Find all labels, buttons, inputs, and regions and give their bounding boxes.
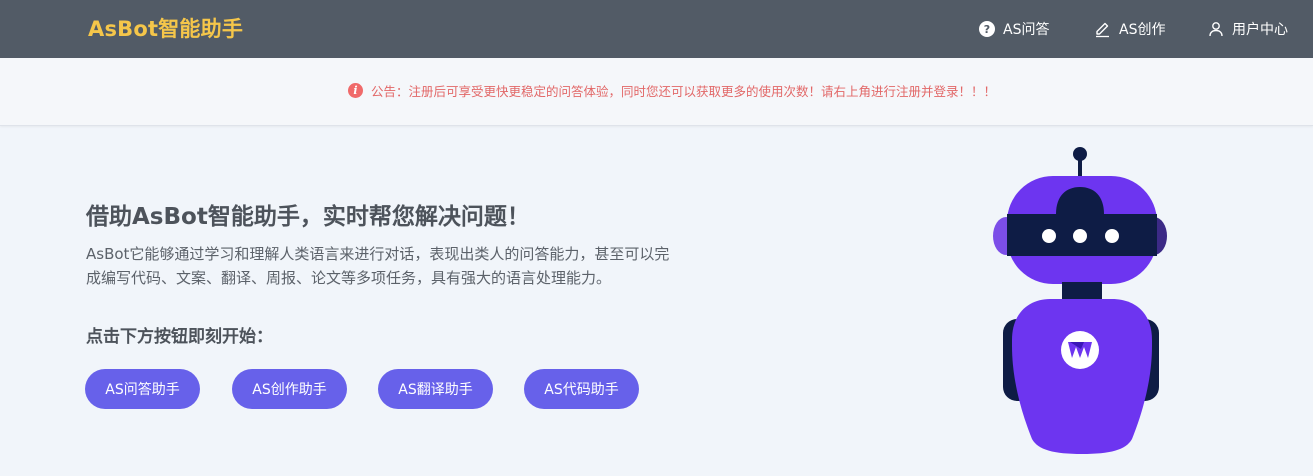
brand-logo[interactable]: AsBot智能助手 — [88, 13, 243, 43]
code-assistant-button[interactable]: AS代码助手 — [524, 369, 639, 409]
robot-illustration — [993, 147, 1167, 454]
nav-qa-label: AS问答 — [1003, 22, 1050, 38]
question-circle-icon: ? — [979, 21, 995, 37]
pencil-icon — [1096, 22, 1109, 37]
hero-title: 借助AsBot智能助手，实时帮您解决问题！ — [86, 204, 530, 230]
announcement-bar: i 公告：注册后可享受更快更稳定的问答体验，同时您还可以获取更多的使用次数！请右… — [0, 58, 1313, 126]
create-assistant-button[interactable]: AS创作助手 — [232, 369, 347, 409]
info-icon: i — [348, 82, 363, 98]
nav-user-center[interactable]: 用户中心 — [1208, 0, 1288, 58]
nav-create[interactable]: AS创作 — [1094, 0, 1165, 58]
user-icon — [1209, 22, 1223, 37]
svg-text:?: ? — [984, 23, 990, 36]
robot-body — [1012, 299, 1152, 454]
top-navbar: AsBot智能助手 ? AS问答 AS创作 用户中心 — [0, 0, 1313, 58]
announcement: i 公告：注册后可享受更快更稳定的问答体验，同时您还可以获取更多的使用次数！请右… — [348, 80, 996, 100]
announcement-text: 公告：注册后可享受更快更稳定的问答体验，同时您还可以获取更多的使用次数！请右上角… — [371, 83, 997, 99]
nav-create-label: AS创作 — [1119, 22, 1166, 38]
nav-qa[interactable]: ? AS问答 — [979, 0, 1049, 58]
robot-head — [1007, 176, 1157, 284]
qa-assistant-button[interactable]: AS问答助手 — [85, 369, 200, 409]
hero-description: AsBot它能够通过学习和理解人类语言来进行对话，表现出类人的问答能力，甚至可以… — [86, 245, 670, 287]
cta-label: 点击下方按钮即刻开始： — [86, 327, 273, 347]
nav-user-center-label: 用户中心 — [1232, 22, 1288, 38]
translate-assistant-button[interactable]: AS翻译助手 — [378, 369, 493, 409]
